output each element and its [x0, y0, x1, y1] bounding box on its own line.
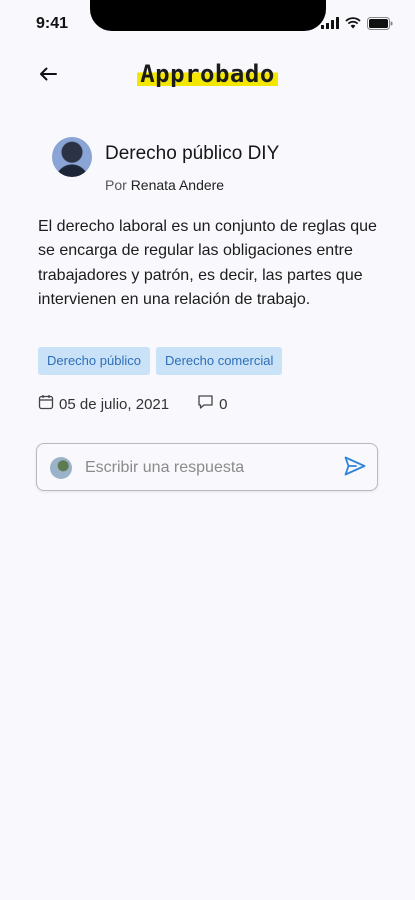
post-title: Derecho público DIY [105, 143, 280, 164]
tag-list: Derecho público Derecho comercial [38, 347, 283, 375]
post-author: Por Renata Andere [105, 177, 224, 193]
status-time: 9:41 [36, 15, 69, 32]
calendar-icon [38, 394, 54, 414]
status-bar: 9:41 [0, 0, 415, 44]
signal-icon [321, 17, 339, 29]
reply-input[interactable] [83, 454, 337, 482]
author-avatar[interactable] [52, 137, 92, 177]
brand-logo: Approbado [0, 60, 415, 88]
tag-chip[interactable]: Derecho comercial [155, 347, 283, 375]
send-button[interactable] [343, 456, 367, 480]
author-name[interactable]: Renata Andere [131, 177, 224, 193]
post-meta: 05 de julio, 2021 0 [38, 394, 227, 414]
app-header: Approbado [0, 52, 415, 100]
comment-count-text: 0 [219, 395, 228, 413]
post-date-text: 05 de julio, 2021 [59, 395, 170, 413]
reply-box [36, 443, 378, 491]
send-icon [344, 456, 366, 481]
battery-icon [367, 16, 393, 30]
wifi-icon [345, 17, 361, 29]
tag-chip[interactable]: Derecho público [38, 347, 150, 375]
status-icons [321, 16, 393, 30]
brand-name: Approbado [137, 60, 278, 88]
post-body: El derecho laboral es un conjunto de reg… [38, 218, 377, 309]
comment-icon [197, 394, 214, 414]
author-prefix: Por [105, 177, 127, 193]
post-date: 05 de julio, 2021 [38, 394, 169, 414]
comment-count[interactable]: 0 [197, 394, 227, 414]
user-avatar [50, 457, 72, 479]
device-notch [90, 0, 326, 31]
